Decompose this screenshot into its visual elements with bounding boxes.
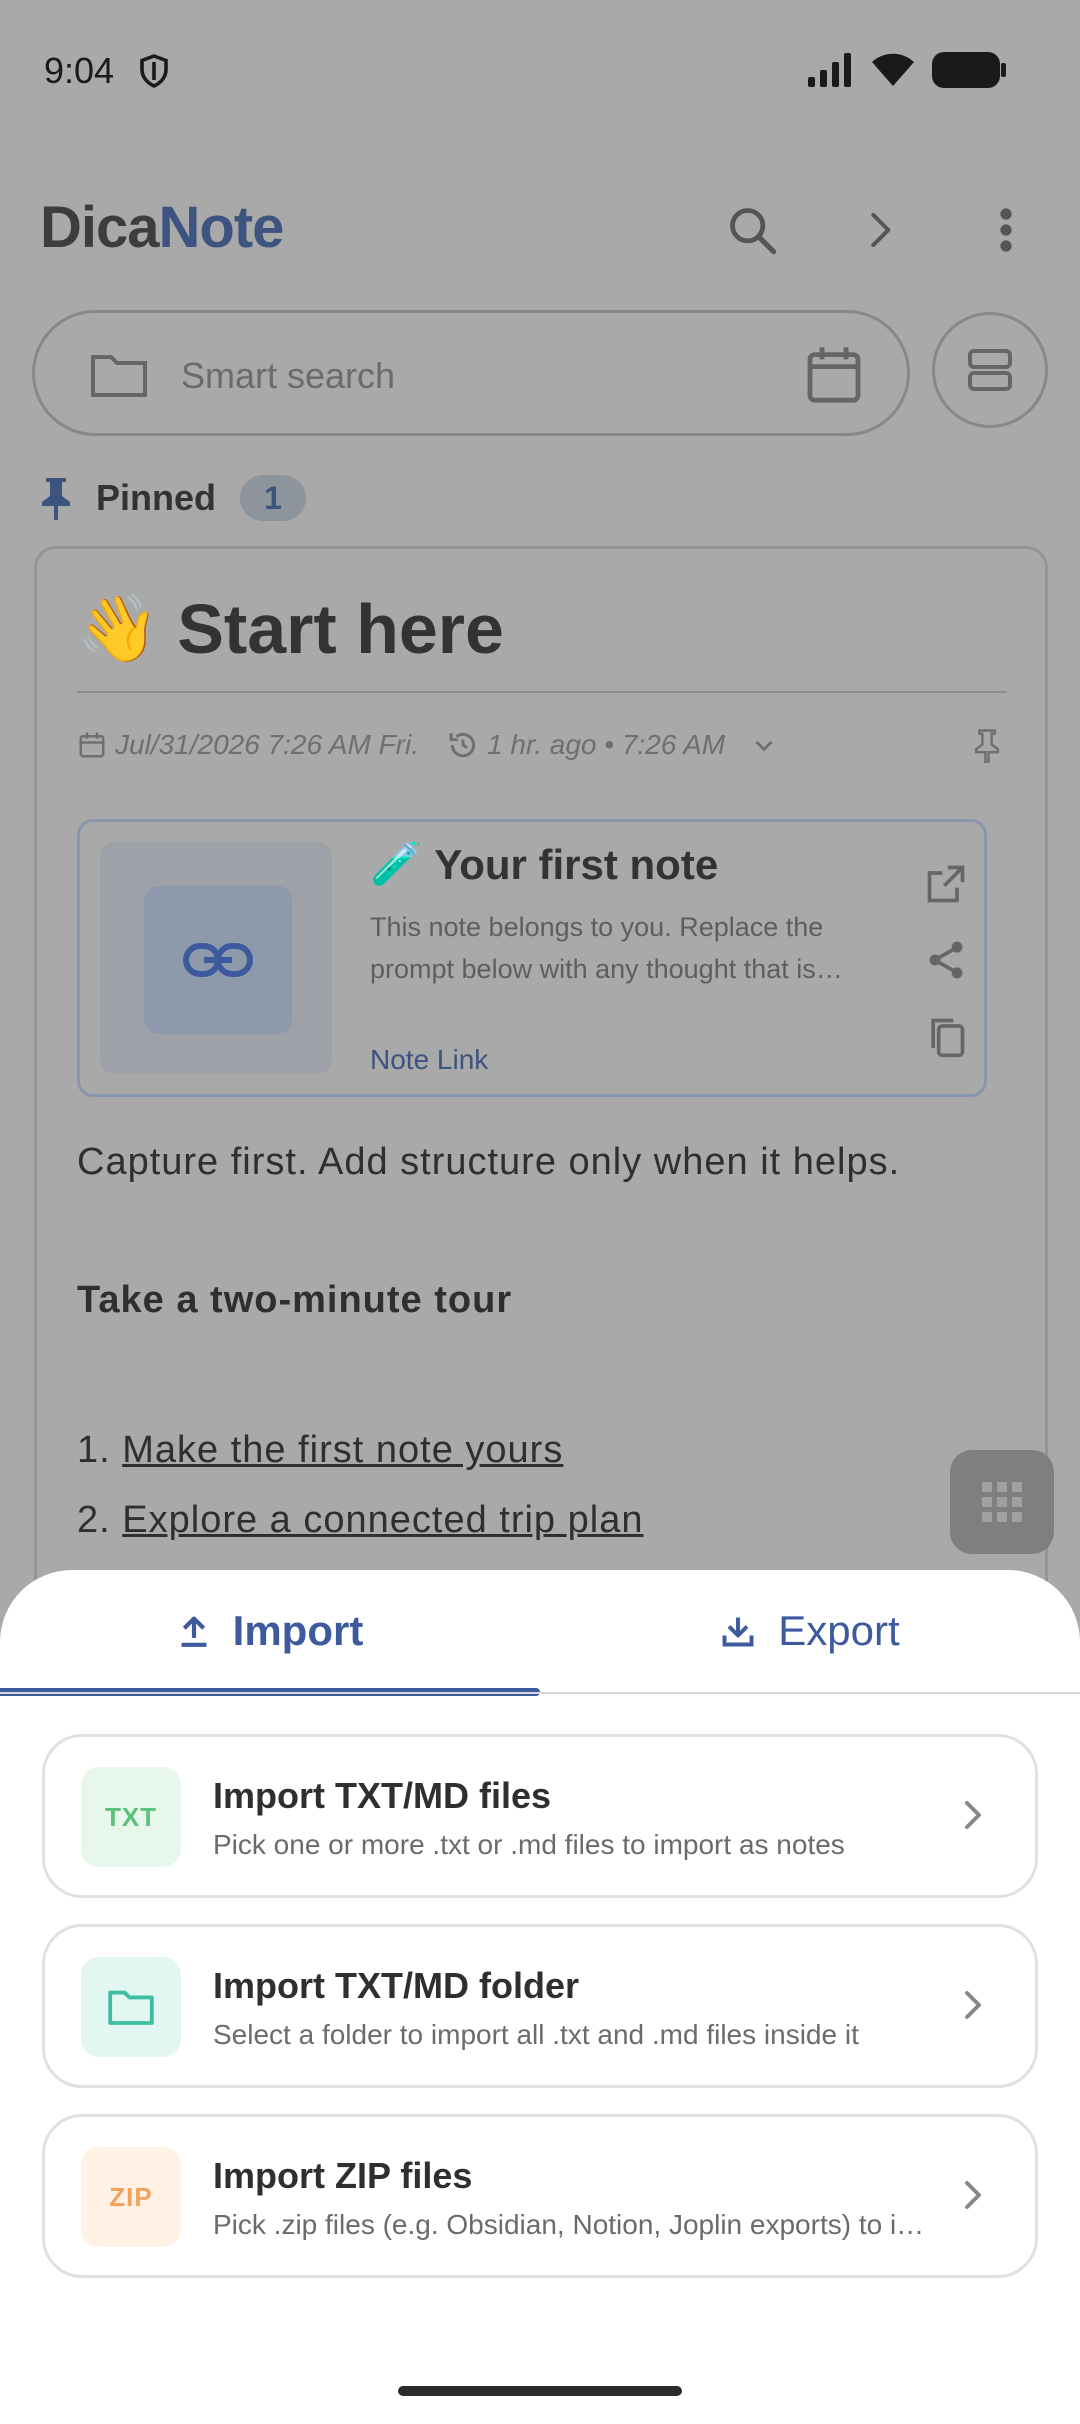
test-tube-emoji: 🧪 xyxy=(370,840,423,887)
tab-export-label: Export xyxy=(778,1607,900,1654)
list-item-number: 2. xyxy=(77,1499,111,1541)
folder-icon xyxy=(81,1957,181,2057)
import-zip-files-option[interactable]: ZIP Import ZIP files Pick .zip files (e.… xyxy=(42,2114,1038,2278)
status-bar: 9:04 xyxy=(0,0,1080,140)
home-indicator[interactable] xyxy=(398,2386,682,2396)
chevron-right-icon xyxy=(965,1801,981,1829)
link-thumbnail xyxy=(100,842,332,1074)
note-card[interactable]: 👋 Start here Jul/31/2026 7:26 AM Fri. 1 … xyxy=(34,546,1048,1646)
search-placeholder: Smart search xyxy=(181,355,396,396)
copy-icon[interactable] xyxy=(924,1014,968,1060)
chevron-right-icon xyxy=(965,2181,981,2209)
divider xyxy=(77,691,1007,693)
chevron-down-icon[interactable] xyxy=(751,732,777,758)
tab-import[interactable]: Import xyxy=(0,1570,540,1692)
search-row: Smart search xyxy=(32,310,1048,436)
logo-part-1: Dica xyxy=(40,195,160,260)
folder-icon[interactable] xyxy=(89,351,149,399)
more-vert-icon[interactable] xyxy=(978,202,1034,258)
search-input[interactable]: Smart search xyxy=(32,310,910,436)
import-export-sheet: Import Export TXT Import TXT/MD files Pi… xyxy=(0,1570,1080,2424)
list-item-number: 1. xyxy=(77,1429,111,1471)
app-logo: DicaNote xyxy=(40,194,285,261)
link-card-actions xyxy=(924,862,968,1060)
link-card-description: This note belongs to you. Replace the pr… xyxy=(370,912,843,984)
note-title-text: Start here xyxy=(177,590,504,668)
pinned-label: Pinned xyxy=(96,477,217,518)
open-in-new-icon[interactable] xyxy=(924,862,968,906)
pin-outline-icon[interactable] xyxy=(973,729,1001,763)
tour-heading: Take a two-minute tour xyxy=(77,1279,513,1321)
note-body-line: Capture first. Add structure only when i… xyxy=(77,1141,901,1183)
tab-divider xyxy=(0,1692,1080,1694)
list-item-link[interactable]: Explore a connected trip plan xyxy=(122,1499,643,1541)
chevron-right-icon xyxy=(965,1991,981,2019)
note-date: Jul/31/2026 7:26 AM Fri. xyxy=(115,729,420,760)
tour-list: 1. Make the first note yours 2. Explore … xyxy=(77,1415,1037,1555)
note-body: Capture first. Add structure only when i… xyxy=(77,1139,1037,1555)
txt-badge-icon: TXT xyxy=(81,1767,181,1867)
grid-icon xyxy=(982,1482,1022,1522)
note-meta: Jul/31/2026 7:26 AM Fri. 1 hr. ago • 7:2… xyxy=(77,725,777,765)
view-layout-button[interactable] xyxy=(932,312,1048,428)
pinned-header: Pinned 1 xyxy=(38,470,307,526)
share-icon[interactable] xyxy=(924,938,968,982)
import-txt-md-folder-option[interactable]: Import TXT/MD folder Select a folder to … xyxy=(42,1924,1038,2088)
pin-icon xyxy=(42,478,70,520)
search-icon[interactable] xyxy=(724,202,780,258)
link-icon xyxy=(183,943,253,977)
list-item[interactable]: 2. Explore a connected trip plan xyxy=(77,1485,1037,1555)
view-agenda-icon xyxy=(968,349,1012,391)
link-card-title: 🧪 Your first note xyxy=(370,840,718,889)
option-title: Import TXT/MD folder xyxy=(213,1965,579,2006)
top-app-bar: DicaNote xyxy=(0,180,1080,280)
calendar-icon xyxy=(79,732,105,758)
link-card-label[interactable]: Note Link xyxy=(370,1044,488,1076)
calendar-icon[interactable] xyxy=(805,345,863,405)
waving-hand-emoji: 👋 xyxy=(77,591,160,665)
pinned-count-badge: 1 xyxy=(240,475,307,521)
list-item[interactable]: 1. Make the first note yours xyxy=(77,1415,1037,1485)
zip-badge-icon: ZIP xyxy=(81,2147,181,2247)
note-link-card[interactable]: 🧪 Your first note This note belongs to y… xyxy=(77,819,987,1097)
logo-part-2: Note xyxy=(158,195,285,260)
tab-export[interactable]: Export xyxy=(540,1570,1080,1692)
option-subtitle: Pick .zip files (e.g. Obsidian, Notion, … xyxy=(213,2209,925,2240)
download-icon xyxy=(722,1617,754,1647)
option-title: Import TXT/MD files xyxy=(213,1775,552,1816)
upload-icon xyxy=(181,1616,207,1647)
wifi-icon xyxy=(872,53,914,86)
chevron-right-icon[interactable] xyxy=(852,202,908,258)
tab-import-label: Import xyxy=(232,1607,364,1654)
list-item-link[interactable]: Make the first note yours xyxy=(122,1429,563,1471)
signal-icon xyxy=(808,53,851,87)
option-subtitle: Pick one or more .txt or .md files to im… xyxy=(213,1829,845,1860)
history-icon xyxy=(449,732,476,758)
option-title: Import ZIP files xyxy=(213,2155,473,2196)
shield-icon xyxy=(140,54,168,88)
import-txt-md-files-option[interactable]: TXT Import TXT/MD files Pick one or more… xyxy=(42,1734,1038,1898)
battery-icon xyxy=(932,52,1006,88)
sheet-tabs: Import Export xyxy=(0,1570,1080,1696)
link-card-title-text: Your first note xyxy=(434,840,719,888)
note-title: 👋 Start here xyxy=(77,589,504,669)
note-updated: 1 hr. ago • 7:26 AM xyxy=(487,729,726,760)
option-subtitle: Select a folder to import all .txt and .… xyxy=(213,2019,859,2050)
keypad-fab[interactable] xyxy=(950,1450,1054,1554)
status-time: 9:04 xyxy=(44,50,115,91)
